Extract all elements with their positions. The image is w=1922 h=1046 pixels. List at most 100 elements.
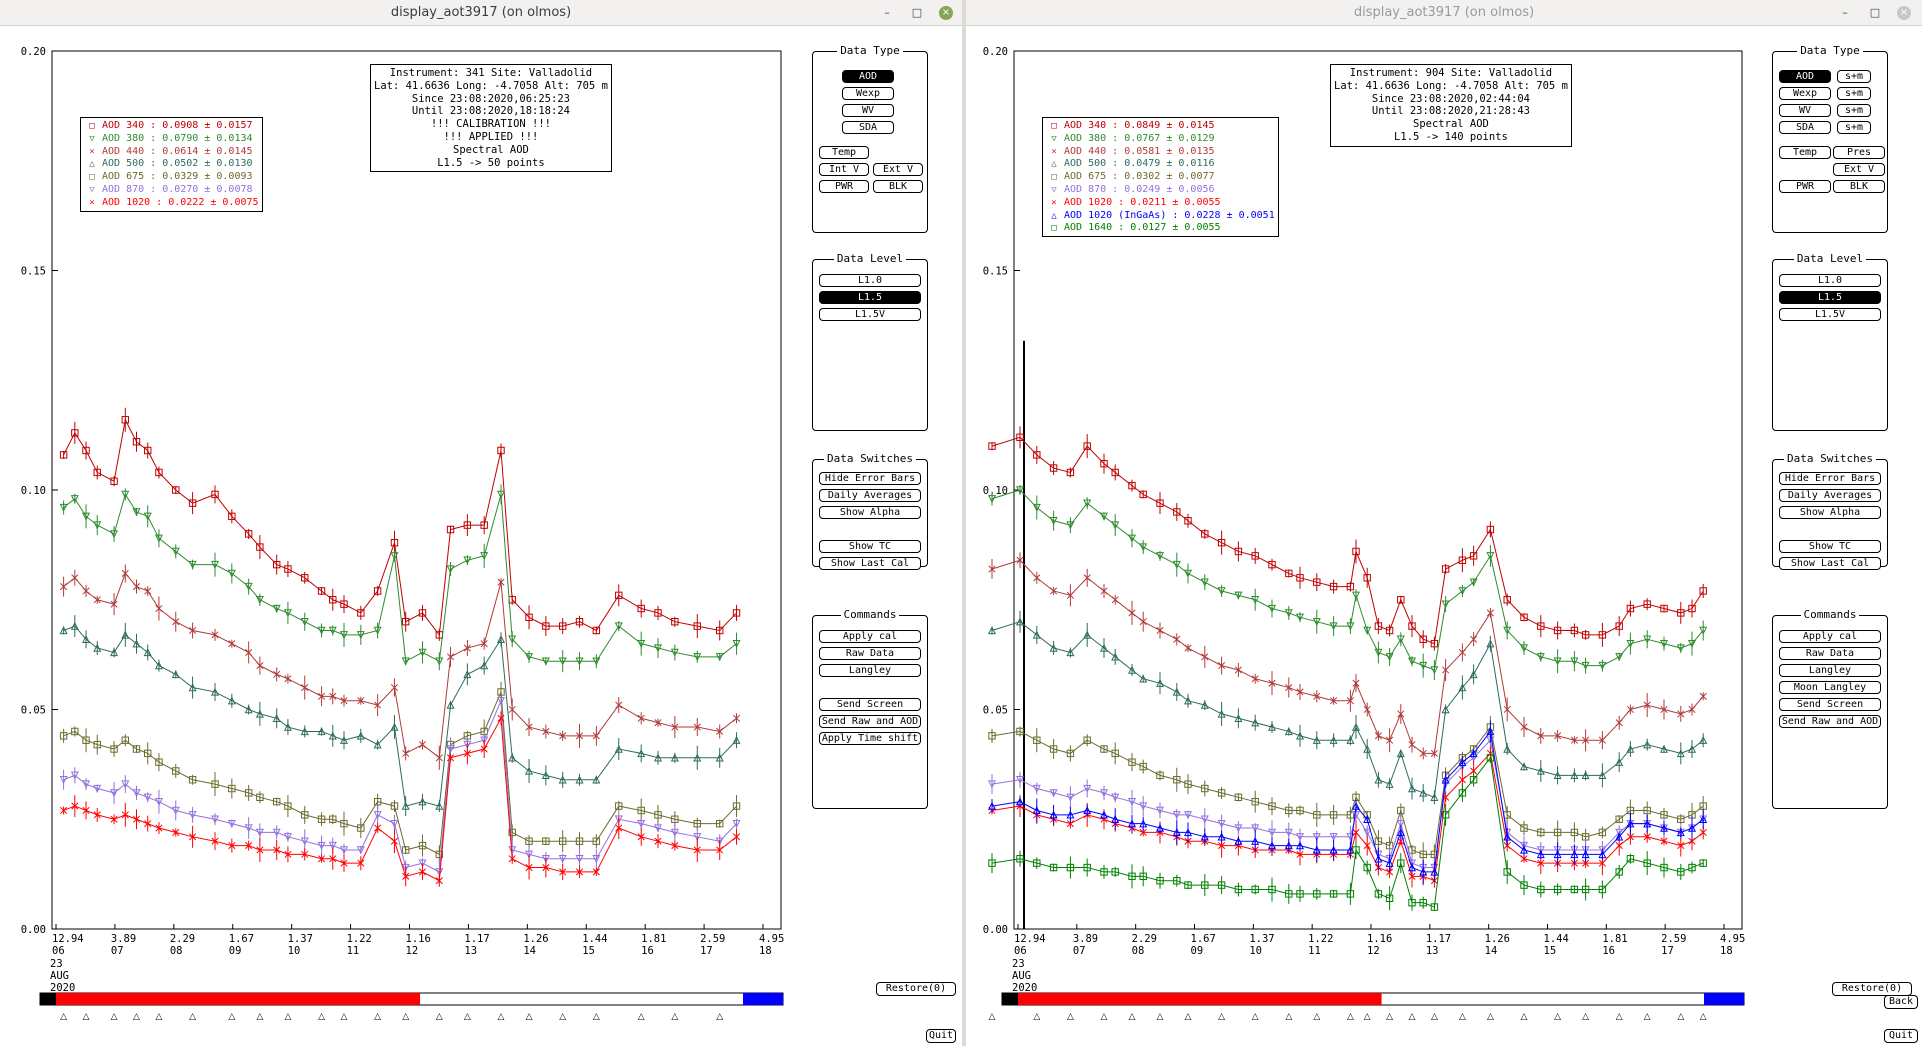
legend-marker-icon: □ (89, 121, 95, 131)
data-type-sda-button[interactable]: SDA (842, 121, 894, 134)
sum-mode-button[interactable]: s+m (1837, 70, 1871, 83)
data-type-temp-button[interactable]: Temp (1779, 146, 1831, 159)
legend-item: ▽ AOD 870: 0.0270 ± 0.0078 (84, 184, 259, 197)
data-level-l1-5-button[interactable]: L1.5 (1779, 291, 1881, 304)
show-tc-button[interactable]: Show TC (819, 540, 921, 553)
data-type-blk-button[interactable]: BLK (1833, 180, 1885, 193)
hide-error-bars-button[interactable]: Hide Error Bars (1779, 472, 1881, 485)
legend-marker-icon: △ (1051, 159, 1057, 170)
daily-averages-button[interactable]: Daily Averages (1779, 489, 1881, 502)
measurement-marker-icon: △ (1677, 1012, 1684, 1022)
raw-data-button[interactable]: Raw Data (1779, 647, 1881, 660)
minimize-icon[interactable]: – (1838, 6, 1852, 20)
data-type-wexp-button[interactable]: Wexp (1779, 87, 1831, 100)
send-raw-and-aod-button[interactable]: Send Raw and AOD (819, 715, 921, 728)
window-right: display_aot3917 (on olmos) – □ × 0.20 0.1… (966, 0, 1922, 1046)
data-level-l1-0-button[interactable]: L1.0 (1779, 274, 1881, 287)
data-type-wexp-button[interactable]: Wexp (842, 87, 894, 100)
x-tick-label: 1.81 (641, 933, 666, 945)
minimize-icon[interactable]: – (880, 6, 894, 20)
data-type-wv-button[interactable]: WV (1779, 104, 1831, 117)
moon-langley-button[interactable]: Moon Langley (1779, 681, 1881, 694)
sum-mode-button[interactable]: s+m (1837, 87, 1871, 100)
apply-cal-button[interactable]: Apply cal (1779, 630, 1881, 643)
titlebar-left: display_aot3917 (on olmos) – □ × (0, 0, 962, 26)
x-tick-day: 09 (229, 945, 242, 957)
data-type-aod-button[interactable]: AOD (842, 70, 894, 83)
restore-icon[interactable]: □ (1868, 6, 1882, 20)
data-level-l1-5-button[interactable]: L1.5 (819, 291, 921, 304)
legend-value: : 0.0767 ± 0.0129 (1112, 132, 1215, 144)
hide-error-bars-button[interactable]: Hide Error Bars (819, 472, 921, 485)
legend-label: AOD 440 (102, 145, 145, 157)
measurement-marker-icon: △ (1409, 1012, 1416, 1022)
legend-box: □ AOD 340: 0.0849 ± 0.0145 ▽ AOD 380: 0.076… (1042, 117, 1279, 238)
measurement-marker-icon: △ (593, 1012, 600, 1022)
back-button[interactable]: Back (1884, 995, 1918, 1009)
langley-button[interactable]: Langley (819, 664, 921, 677)
data-type-wv-button[interactable]: WV (842, 104, 894, 117)
x-tick-day: 13 (1426, 945, 1439, 957)
restore-icon[interactable]: □ (910, 6, 924, 20)
data-switches-panel: Data Switches Hide Error Bars Daily Averag… (1772, 452, 1888, 570)
show-last-cal-button[interactable]: Show Last Cal (1779, 557, 1881, 570)
data-type-sda-button[interactable]: SDA (1779, 121, 1831, 134)
close-icon[interactable]: × (939, 6, 953, 20)
panel-title: Data Level (1773, 252, 1887, 265)
panel-title-text: Data Level (833, 252, 907, 265)
raw-data-button[interactable]: Raw Data (819, 647, 921, 660)
legend-marker-icon: △ (1051, 210, 1057, 221)
show-alpha-button[interactable]: Show Alpha (1779, 506, 1881, 519)
legend-label: AOD 340 (102, 120, 145, 131)
measurement-marker-icon: △ (1101, 1012, 1108, 1022)
x-tick-label: 3.89 (1073, 933, 1098, 945)
data-type-temp-button[interactable]: Temp (819, 146, 869, 159)
x-tick-label: 4.95 (1720, 933, 1745, 945)
legend-value: : 0.0127 ± 0.0055 (1118, 222, 1221, 234)
x-tick-label: 1.17 (1426, 933, 1451, 945)
instrument-info-box: Instrument: 341 Site: Valladolid Lat: 41.… (370, 64, 612, 173)
data-level-l1-5v-button[interactable]: L1.5V (1779, 308, 1881, 321)
data-type-pwr-button[interactable]: PWR (1779, 180, 1831, 193)
sum-mode-button[interactable]: s+m (1837, 121, 1871, 134)
show-alpha-button[interactable]: Show Alpha (819, 506, 921, 519)
x-tick-day: 08 (170, 945, 183, 957)
data-type-pwr-button[interactable]: PWR (819, 180, 869, 193)
x-tick-day: 17 (1661, 945, 1674, 957)
x-tick-label: 2.29 (1132, 933, 1157, 945)
send-screen-button[interactable]: Send Screen (1779, 698, 1881, 711)
restore-button[interactable]: Restore(0) (1832, 982, 1912, 996)
send-screen-button[interactable]: Send Screen (819, 698, 921, 711)
data-type-ext-v-button[interactable]: Ext V (873, 163, 923, 176)
daily-averages-button[interactable]: Daily Averages (819, 489, 921, 502)
data-type-int-v-button[interactable]: Int V (819, 163, 869, 176)
data-level-l1-5v-button[interactable]: L1.5V (819, 308, 921, 321)
quit-button[interactable]: Quit (1884, 1029, 1918, 1043)
close-icon[interactable]: × (1897, 6, 1911, 20)
show-last-cal-button[interactable]: Show Last Cal (819, 557, 921, 570)
data-type-pres-button[interactable]: Pres (1833, 146, 1885, 159)
data-level-l1-0-button[interactable]: L1.0 (819, 274, 921, 287)
panel-title: Data Type (1773, 44, 1887, 57)
show-tc-button[interactable]: Show TC (1779, 540, 1881, 553)
langley-button[interactable]: Langley (1779, 664, 1881, 677)
legend-marker-icon: × (89, 146, 95, 157)
data-type-ext-v-button[interactable]: Ext V (1833, 163, 1885, 176)
data-type-aod-button[interactable]: AOD (1779, 70, 1831, 83)
legend-label: AOD 1020 (1064, 196, 1113, 208)
quit-button[interactable]: Quit (926, 1029, 956, 1043)
info-line: !!! CALIBRATION !!! (430, 118, 551, 131)
legend-value: : 0.0270 ± 0.0078 (150, 183, 253, 195)
measurement-marker-icon: △ (671, 1012, 678, 1022)
data-level-panel: Data Level L1.0 L1.5 L1.5V (812, 252, 928, 431)
send-raw-and-aod-button[interactable]: Send Raw and AOD (1779, 715, 1881, 728)
data-type-blk-button[interactable]: BLK (873, 180, 923, 193)
sum-mode-button[interactable]: s+m (1837, 104, 1871, 117)
apply-time-shift-button[interactable]: Apply Time shift (819, 732, 921, 745)
legend-item: △ AOD 500: 0.0502 ± 0.0130 (84, 158, 259, 171)
measurement-marker-icon: △ (716, 1012, 723, 1022)
x-tick-day: 14 (1485, 945, 1498, 957)
x-tick-label: 2.29 (170, 933, 195, 945)
restore-button[interactable]: Restore(0) (876, 982, 956, 996)
apply-cal-button[interactable]: Apply cal (819, 630, 921, 643)
